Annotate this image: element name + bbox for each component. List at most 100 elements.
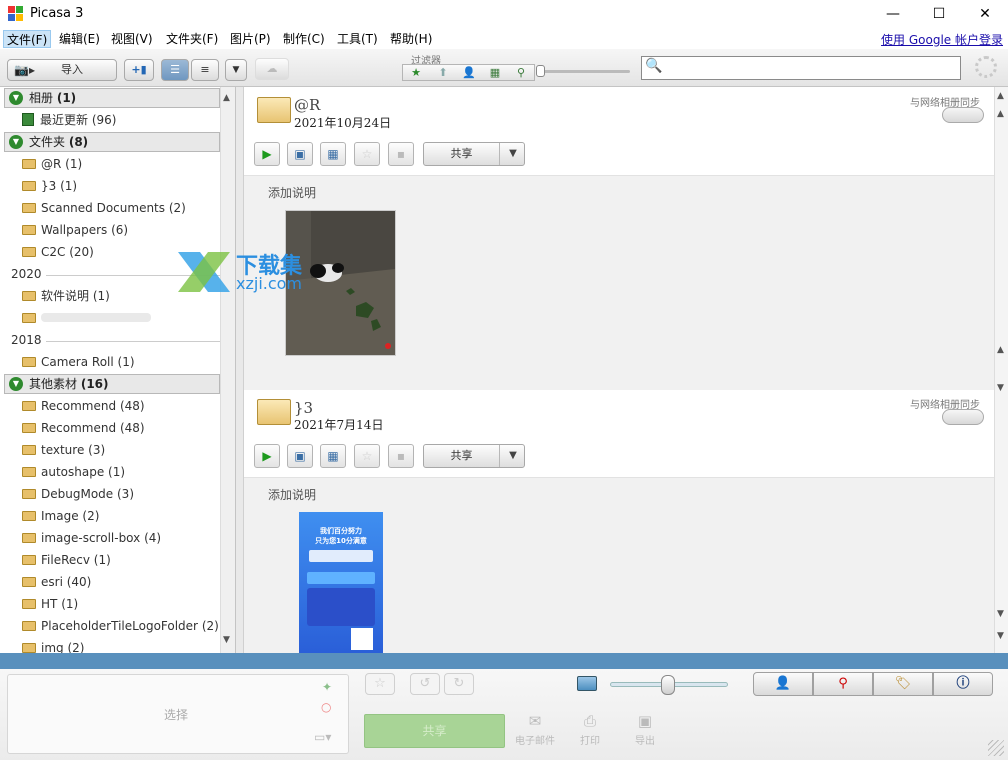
tree-view-icon[interactable]: ≡ bbox=[191, 59, 219, 81]
export-button[interactable]: ▣ 导出 bbox=[620, 712, 670, 747]
star-button[interactable]: ☆ bbox=[354, 444, 380, 468]
folder-item[interactable]: }3 (1) bbox=[22, 176, 222, 196]
photo-thumbnail[interactable]: 我们百分努力 只为您10分满意 bbox=[299, 512, 383, 653]
collapse-icon[interactable]: ▼ bbox=[9, 377, 23, 391]
maximize-button[interactable]: ☐ bbox=[916, 0, 962, 28]
folder-item[interactable]: esri (40) bbox=[22, 572, 222, 592]
video-filter-icon[interactable]: ▦ bbox=[482, 65, 508, 80]
movie-button[interactable]: ▦ bbox=[320, 444, 346, 468]
collapse-icon[interactable]: ▼ bbox=[9, 91, 23, 105]
collage-button[interactable]: ▣ bbox=[287, 444, 313, 468]
tray-menu-icon[interactable]: ▭▾ bbox=[314, 730, 331, 744]
folder-item[interactable]: Image (2) bbox=[22, 506, 222, 526]
rotate-left-icon[interactable]: ↺ bbox=[410, 673, 440, 695]
menu-help[interactable]: 帮助(H) bbox=[387, 30, 435, 48]
folder-item[interactable]: texture (3) bbox=[22, 440, 222, 460]
folder-item[interactable]: autoshape (1) bbox=[22, 462, 222, 482]
thumbnail-size-knob[interactable] bbox=[661, 675, 675, 695]
folder-item[interactable]: Recommend (48) bbox=[22, 418, 222, 438]
main-scrollbar[interactable]: ▲ ▲ ▲ ▼ ▼ ▼ bbox=[994, 87, 1008, 653]
rotate-right-icon[interactable]: ↻ bbox=[444, 673, 474, 695]
tray-share-button[interactable]: 共享 bbox=[364, 714, 505, 748]
sidebar-scrollbar[interactable]: ▲ ▼ bbox=[220, 87, 235, 653]
chevron-down-icon[interactable]: ▼ bbox=[502, 143, 524, 165]
minimize-button[interactable]: — bbox=[870, 0, 916, 28]
clear-icon[interactable]: ○ bbox=[321, 700, 331, 714]
scroll-up-icon[interactable]: ▲ bbox=[997, 109, 1004, 119]
menu-tools[interactable]: 工具(T) bbox=[334, 30, 381, 48]
movie-button[interactable]: ▦ bbox=[320, 142, 346, 166]
chevron-down-icon[interactable]: ▼ bbox=[502, 445, 524, 467]
view-dropdown-button[interactable]: ▼ bbox=[225, 59, 247, 81]
geotag-filter-icon[interactable]: ⚲ bbox=[508, 65, 534, 80]
albums-section-header[interactable]: ▼ 相册 (1) bbox=[4, 88, 220, 108]
folder-item[interactable]: Camera Roll (1) bbox=[22, 352, 222, 372]
pin-icon[interactable]: ✦ bbox=[322, 680, 332, 694]
folder-item-blurred[interactable] bbox=[22, 308, 222, 328]
add-caption[interactable]: 添加说明 bbox=[268, 184, 316, 201]
google-login-link[interactable]: 使用 Google 帐户登录 bbox=[881, 31, 1003, 48]
other-section-header[interactable]: ▼ 其他素材 (16) bbox=[4, 374, 220, 394]
folder-item[interactable]: img (2) bbox=[22, 638, 222, 653]
star-button[interactable]: ☆ bbox=[354, 142, 380, 166]
collapse-icon[interactable]: ▼ bbox=[9, 135, 23, 149]
share-dropdown[interactable]: 共享 ▼ bbox=[423, 444, 525, 468]
search-input[interactable]: 🔍 bbox=[641, 56, 961, 80]
play-slideshow-button[interactable]: ▶ bbox=[254, 142, 280, 166]
menu-folder[interactable]: 文件夹(F) bbox=[163, 30, 221, 48]
star-button[interactable]: ☆ bbox=[365, 673, 395, 695]
folder-item[interactable]: Wallpapers (6) bbox=[22, 220, 222, 240]
tag-icon[interactable]: 🏷 bbox=[873, 672, 933, 696]
scroll-down-icon[interactable]: ▼ bbox=[997, 383, 1004, 393]
folders-section-header[interactable]: ▼ 文件夹 (8) bbox=[4, 132, 220, 152]
scroll-down-icon[interactable]: ▼ bbox=[997, 609, 1004, 619]
album-recent-updates[interactable]: 最近更新 (96) bbox=[22, 110, 222, 130]
location-pin-icon[interactable]: ⚲ bbox=[813, 672, 873, 696]
add-to-album-button[interactable]: +▮ bbox=[124, 59, 154, 81]
folder-item[interactable]: DebugMode (3) bbox=[22, 484, 222, 504]
resize-grip[interactable] bbox=[988, 740, 1004, 756]
folder-item[interactable]: HT (1) bbox=[22, 594, 222, 614]
close-button[interactable]: ✕ bbox=[962, 0, 1008, 28]
scroll-up-icon[interactable]: ▲ bbox=[223, 93, 230, 103]
folder-item[interactable]: @R (1) bbox=[22, 154, 222, 174]
scroll-top-icon[interactable]: ▲ bbox=[997, 91, 1004, 101]
folder-title[interactable]: @R bbox=[294, 96, 320, 114]
folder-item[interactable]: Recommend (48) bbox=[22, 396, 222, 416]
add-caption[interactable]: 添加说明 bbox=[268, 486, 316, 503]
filter-slider-knob[interactable] bbox=[536, 65, 545, 77]
list-view-icon[interactable]: ☰ bbox=[161, 59, 189, 81]
email-button[interactable]: ✉ 电子邮件 bbox=[510, 712, 560, 747]
menu-edit[interactable]: 编辑(E) bbox=[56, 30, 103, 48]
sync-toggle[interactable] bbox=[942, 107, 984, 123]
people-filter-icon[interactable]: 👤 bbox=[456, 65, 482, 80]
folder-item[interactable]: Scanned Documents (2) bbox=[22, 198, 222, 218]
print-button[interactable]: ⎙ 打印 bbox=[565, 712, 615, 747]
folder-title[interactable]: }3 bbox=[294, 399, 313, 417]
folder-item[interactable]: PlaceholderTileLogoFolder (2) bbox=[22, 616, 222, 636]
upload-icon[interactable]: ☁ bbox=[255, 58, 289, 80]
folder-item[interactable]: image-scroll-box (4) bbox=[22, 528, 222, 548]
menu-file[interactable]: 文件(F) bbox=[3, 30, 52, 48]
import-button[interactable]: 📷▸ 导入 bbox=[7, 59, 117, 81]
filter-slider-track[interactable] bbox=[540, 70, 630, 73]
save-button[interactable]: ▪ bbox=[388, 444, 414, 468]
scroll-bottom-icon[interactable]: ▼ bbox=[997, 631, 1004, 641]
menu-view[interactable]: 视图(V) bbox=[108, 30, 156, 48]
menu-create[interactable]: 制作(C) bbox=[280, 30, 328, 48]
collage-button[interactable]: ▣ bbox=[287, 142, 313, 166]
pane-splitter[interactable] bbox=[236, 87, 244, 653]
people-icon[interactable]: 👤 bbox=[753, 672, 813, 696]
menu-picture[interactable]: 图片(P) bbox=[227, 30, 274, 48]
sync-toggle[interactable] bbox=[942, 409, 984, 425]
share-dropdown[interactable]: 共享 ▼ bbox=[423, 142, 525, 166]
scroll-up-icon[interactable]: ▲ bbox=[997, 345, 1004, 355]
play-slideshow-button[interactable]: ▶ bbox=[254, 444, 280, 468]
star-filter-icon[interactable]: ★ bbox=[403, 65, 429, 80]
upload-filter-icon[interactable]: ⬆ bbox=[430, 65, 456, 80]
save-button[interactable]: ▪ bbox=[388, 142, 414, 166]
folder-item[interactable]: FileRecv (1) bbox=[22, 550, 222, 570]
info-icon[interactable]: ⓘ bbox=[933, 672, 993, 696]
scroll-down-icon[interactable]: ▼ bbox=[223, 635, 230, 645]
item-count: (6) bbox=[111, 223, 129, 237]
